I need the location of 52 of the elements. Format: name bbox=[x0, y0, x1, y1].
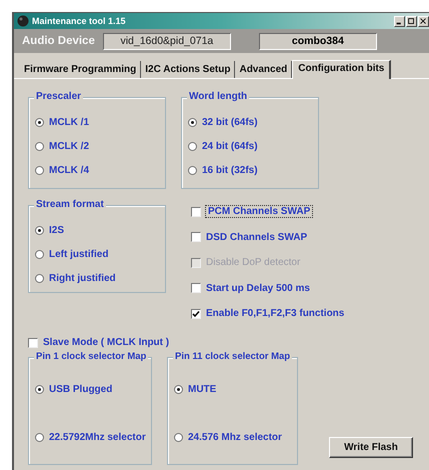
radio-label: USB Plugged bbox=[49, 384, 112, 395]
radio-button[interactable] bbox=[188, 118, 197, 126]
checkbox-label: Start up Delay 500 ms bbox=[206, 282, 310, 294]
close-icon[interactable] bbox=[418, 16, 429, 26]
radio-button[interactable] bbox=[188, 142, 197, 150]
radio-label: Right justified bbox=[49, 272, 116, 284]
window-title: Maintenance tool 1.15 bbox=[32, 16, 127, 26]
checkbox-label: Disable DoP detector bbox=[206, 257, 300, 268]
radio-label: I2S bbox=[49, 224, 64, 236]
app-icon bbox=[17, 15, 29, 27]
group-title: Pin 1 clock selector Map bbox=[34, 350, 148, 362]
checkbox[interactable] bbox=[191, 232, 201, 242]
group-title: Stream format bbox=[34, 199, 106, 210]
radio-button[interactable] bbox=[35, 166, 44, 174]
radio-label: MCLK /1 bbox=[49, 116, 89, 128]
tab[interactable]: Configuration bits bbox=[292, 60, 392, 79]
maximize-icon[interactable] bbox=[406, 16, 417, 26]
checkbox-label: PCM Channels SWAP bbox=[206, 206, 312, 218]
checkbox[interactable] bbox=[28, 338, 38, 348]
radio-label: MCLK /4 bbox=[49, 164, 89, 176]
radio-label: 24.576 Mhz selector bbox=[188, 432, 282, 443]
checkbox[interactable] bbox=[191, 283, 201, 294]
checkbox[interactable] bbox=[191, 308, 201, 319]
minimize-icon[interactable] bbox=[394, 16, 405, 26]
write-flash-button[interactable]: Write Flash bbox=[329, 436, 413, 458]
radio-label: 24 bit (64fs) bbox=[202, 140, 258, 152]
radio-button[interactable] bbox=[35, 250, 44, 258]
radio-button[interactable] bbox=[35, 118, 44, 126]
group-title: Pin 11 clock selector Map bbox=[173, 350, 292, 362]
group-title: Word length bbox=[187, 91, 250, 102]
radio-button[interactable] bbox=[35, 385, 44, 394]
device-name-field: combo384 bbox=[258, 32, 377, 50]
radio-label: 22.5792Mhz selector bbox=[49, 432, 146, 443]
radio-button[interactable] bbox=[35, 226, 44, 234]
radio-label: Left justified bbox=[49, 248, 108, 260]
radio-button[interactable] bbox=[35, 433, 44, 442]
radio-button[interactable] bbox=[35, 142, 44, 150]
radio-button[interactable] bbox=[174, 385, 183, 394]
group-title: Prescaler bbox=[34, 91, 84, 102]
radio-label: MCLK /2 bbox=[49, 140, 89, 152]
checkbox-label: Enable F0,F1,F2,F3 functions bbox=[206, 308, 344, 320]
radio-label: 16 bit (32fs) bbox=[202, 164, 258, 176]
checkbox-label: Slave Mode ( MCLK Input ) bbox=[43, 337, 170, 348]
checkbox-label: DSD Channels SWAP bbox=[206, 232, 308, 243]
radio-button[interactable] bbox=[35, 274, 44, 282]
checkbox[interactable] bbox=[191, 206, 201, 217]
radio-button[interactable] bbox=[188, 166, 197, 174]
vid-pid-field: vid_16d0&pid_071a bbox=[102, 32, 231, 50]
radio-label: MUTE bbox=[188, 384, 216, 395]
radio-button[interactable] bbox=[174, 433, 183, 442]
radio-label: 32 bit (64fs) bbox=[202, 116, 258, 128]
device-label: Audio Device bbox=[22, 35, 95, 47]
